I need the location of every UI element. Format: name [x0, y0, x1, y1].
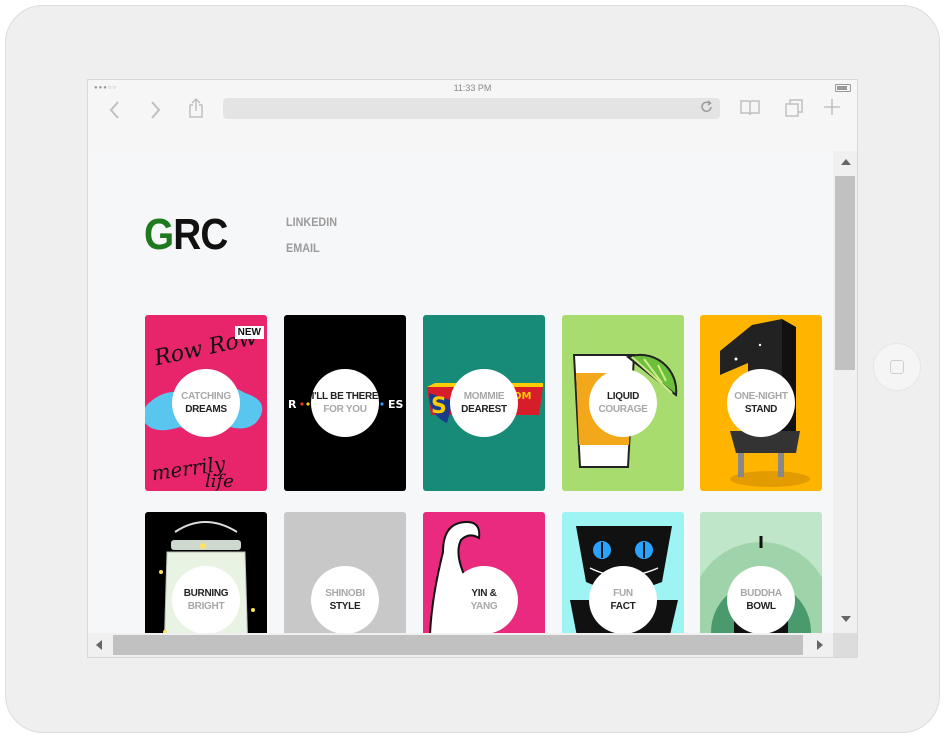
plus-icon[interactable] — [823, 98, 841, 116]
svg-text:ES: ES — [388, 398, 404, 411]
browser-window: ●●●○○ 11:33 PM GRC LINKEDIN EMAIL Row Ro… — [87, 79, 858, 658]
card-title-line2: FOR YOU — [323, 404, 367, 415]
project-card-buddha[interactable]: BUDDHA BOWL — [700, 512, 822, 633]
linkedin-link[interactable]: LINKEDIN — [286, 215, 337, 229]
scroll-left-arrow-icon[interactable] — [96, 640, 102, 650]
logo-letter-g: G — [144, 210, 174, 259]
card-title-line2: COURAGE — [598, 404, 648, 415]
address-bar[interactable] — [223, 98, 720, 119]
home-button[interactable] — [873, 343, 921, 391]
browser-chrome: ●●●○○ 11:33 PM — [88, 80, 857, 152]
card-title-line2: DREAMS — [185, 404, 227, 415]
card-title-circle: YIN & YANG — [450, 566, 518, 633]
card-title-line1: BURNING — [183, 588, 229, 599]
card-title-line2: BRIGHT — [187, 601, 225, 612]
card-title-line1: MOMMIE — [463, 391, 505, 402]
card-title-line2: YANG — [470, 601, 498, 612]
vertical-scroll-thumb[interactable] — [835, 176, 855, 370]
web-page: GRC LINKEDIN EMAIL Row Row merrily life NEW… — [88, 151, 833, 633]
card-title-line1: CATCHING — [181, 391, 231, 402]
card-title-circle: LIQUID COURAGE — [589, 369, 657, 437]
horizontal-scrollbar[interactable] — [88, 633, 833, 657]
book-icon[interactable] — [739, 99, 761, 117]
card-title-line1: ONE-NIGHT — [734, 391, 788, 402]
scroll-right-arrow-icon[interactable] — [817, 640, 823, 650]
scrollbar-corner — [833, 633, 857, 657]
card-title-circle: I'LL BE THERE FOR YOU — [311, 369, 379, 437]
project-card-liquid[interactable]: LIQUID COURAGE — [562, 315, 684, 491]
card-title-circle: MOMMIE DEAREST — [450, 369, 518, 437]
reload-icon[interactable] — [700, 100, 714, 114]
card-title-line2: DEAREST — [461, 404, 507, 415]
card-title-line2: BOWL — [746, 601, 776, 612]
status-time: 11:33 PM — [453, 83, 492, 93]
card-title-circle: BUDDHA BOWL — [727, 566, 795, 633]
share-icon[interactable] — [187, 97, 205, 119]
svg-text:S: S — [431, 394, 447, 419]
svg-text:R: R — [288, 398, 297, 411]
chevron-left-icon[interactable] — [108, 100, 122, 120]
card-title-line1: BUDDHA — [740, 588, 782, 599]
status-bar: ●●●○○ 11:33 PM — [88, 80, 857, 96]
project-card-onenight[interactable]: ONE-NIGHT STAND — [700, 315, 822, 491]
project-card-shinobi[interactable]: SHINOBI STYLE — [284, 512, 406, 633]
card-title-line1: FUN — [613, 588, 633, 599]
project-card-funfact[interactable]: FUN FACT — [562, 512, 684, 633]
card-title-line1: I'LL BE THERE — [311, 391, 379, 402]
project-card-friends[interactable]: R ES I'LL BE THERE FOR YOU — [284, 315, 406, 491]
card-title-line1: SHINOBI — [325, 588, 365, 599]
header-links: LINKEDIN EMAIL — [286, 215, 343, 267]
home-square-icon — [890, 360, 904, 374]
card-title-line1: LIQUID — [606, 391, 640, 402]
horizontal-scroll-thumb[interactable] — [113, 635, 803, 655]
card-title-circle: FUN FACT — [589, 566, 657, 633]
svg-text:life: life — [205, 471, 234, 491]
email-link[interactable]: EMAIL — [286, 241, 337, 255]
logo-letters: RC — [173, 210, 228, 259]
vertical-scrollbar[interactable] — [833, 151, 857, 633]
chevron-right-icon[interactable] — [148, 100, 162, 120]
project-card-catching[interactable]: Row Row merrily life NEW CATCHING DREAMS — [145, 315, 267, 491]
scroll-up-arrow-icon[interactable] — [841, 159, 851, 165]
project-card-mommie[interactable]: S OM MOMMIE DEAREST — [423, 315, 545, 491]
card-title-line2: FACT — [610, 601, 636, 612]
card-title-circle: BURNING BRIGHT — [172, 566, 240, 633]
card-title-line2: STAND — [744, 404, 778, 415]
card-title-line2: STYLE — [329, 601, 361, 612]
card-title-line1: YIN & — [471, 588, 497, 599]
battery-icon — [835, 84, 851, 92]
card-title-circle: ONE-NIGHT STAND — [727, 369, 795, 437]
scroll-down-arrow-icon[interactable] — [841, 616, 851, 622]
card-title-circle: SHINOBI STYLE — [311, 566, 379, 633]
project-card-yinyang[interactable]: YIN & YANG — [423, 512, 545, 633]
new-badge: NEW — [234, 326, 264, 339]
card-title-circle: CATCHING DREAMS — [172, 369, 240, 437]
site-logo[interactable]: GRC — [144, 210, 228, 260]
project-card-burning[interactable]: BURNING BRIGHT — [145, 512, 267, 633]
tabs-icon[interactable] — [784, 98, 804, 118]
